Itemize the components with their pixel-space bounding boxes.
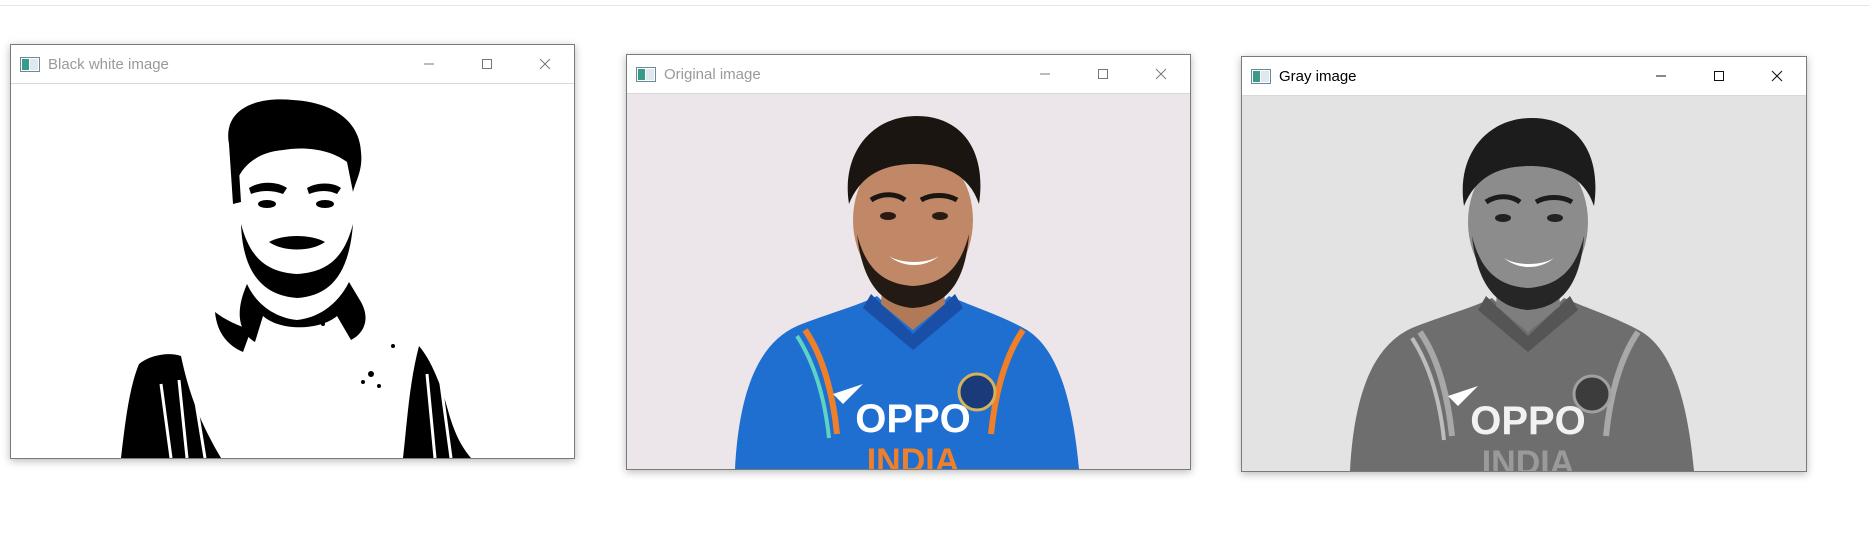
minimize-button[interactable] — [1016, 55, 1074, 93]
maximize-icon — [1714, 71, 1724, 81]
close-icon — [1771, 70, 1783, 82]
minimize-icon — [1656, 75, 1666, 77]
maximize-button[interactable] — [458, 45, 516, 83]
close-button[interactable] — [1748, 57, 1806, 95]
maximize-button[interactable] — [1690, 57, 1748, 95]
window-original-image[interactable]: Original image OPPO INDIA — [626, 54, 1191, 470]
minimize-icon — [1040, 73, 1050, 75]
team-text: INDIA — [867, 442, 960, 469]
black-white-portrait — [11, 84, 574, 458]
window-title: Original image — [664, 65, 761, 83]
window-title: Gray image — [1279, 67, 1357, 85]
desktop: Black white image Original image OPPO IN… — [0, 0, 1869, 546]
minimize-button[interactable] — [1632, 57, 1690, 95]
sponsor-text: OPPO — [1470, 399, 1586, 443]
opencv-window-icon — [20, 56, 40, 72]
grayscale-portrait: OPPO INDIA — [1242, 96, 1806, 471]
window-gray-image[interactable]: Gray image OPPO INDIA — [1241, 56, 1807, 472]
title-bar[interactable]: Original image — [627, 55, 1190, 94]
sponsor-text: OPPO — [855, 397, 971, 441]
opencv-window-icon — [636, 66, 656, 82]
caption-buttons — [1632, 57, 1806, 95]
title-bar[interactable]: Black white image — [11, 45, 574, 84]
minimize-icon — [424, 63, 434, 65]
image-canvas: OPPO INDIA — [627, 94, 1190, 469]
caption-buttons — [1016, 55, 1190, 93]
close-icon — [1155, 68, 1167, 80]
color-portrait: OPPO INDIA — [627, 94, 1190, 469]
close-button[interactable] — [516, 45, 574, 83]
minimize-button[interactable] — [400, 45, 458, 83]
maximize-button[interactable] — [1074, 55, 1132, 93]
image-canvas: OPPO INDIA — [1242, 96, 1806, 471]
title-bar[interactable]: Gray image — [1242, 57, 1806, 96]
image-canvas — [11, 84, 574, 458]
maximize-icon — [482, 59, 492, 69]
team-text: INDIA — [1482, 444, 1575, 471]
close-button[interactable] — [1132, 55, 1190, 93]
opencv-window-icon — [1251, 68, 1271, 84]
window-title: Black white image — [48, 55, 169, 73]
maximize-icon — [1098, 69, 1108, 79]
window-black-white-image[interactable]: Black white image — [10, 44, 575, 459]
close-icon — [539, 58, 551, 70]
top-strip — [0, 0, 1869, 6]
caption-buttons — [400, 45, 574, 83]
